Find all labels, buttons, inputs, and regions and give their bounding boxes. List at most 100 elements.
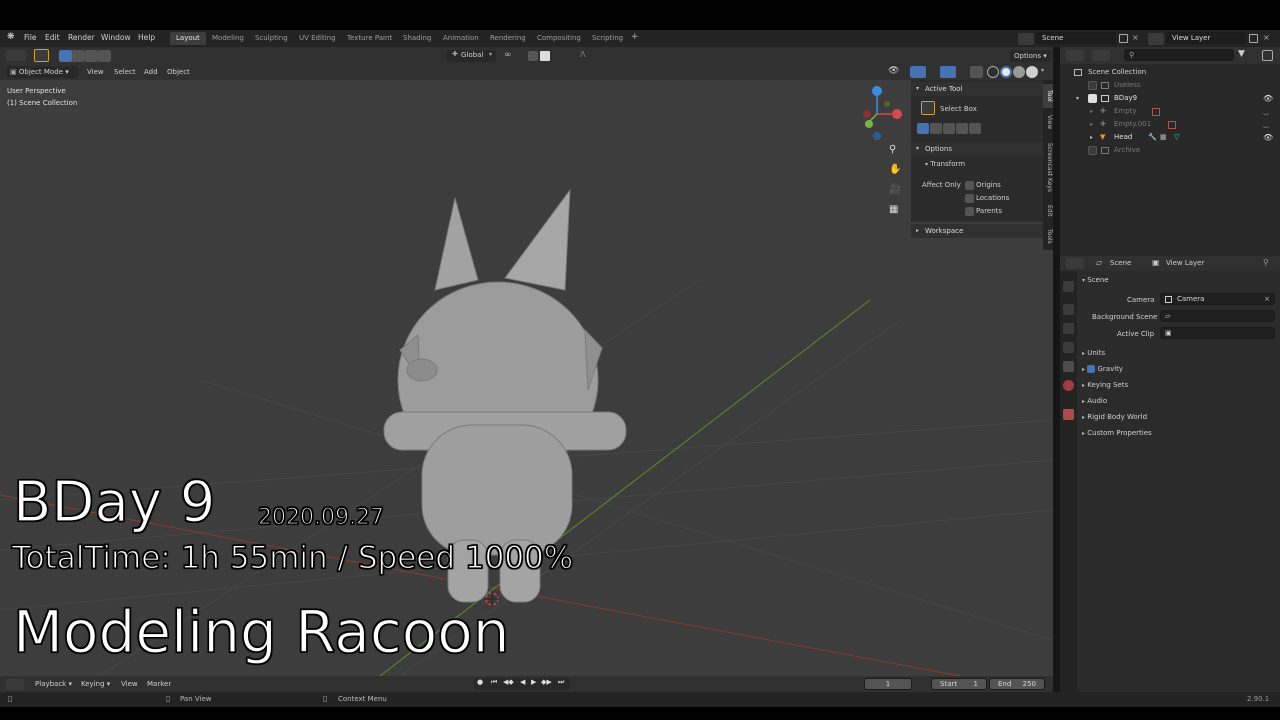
select-mode-intersect-icon[interactable] — [98, 50, 111, 62]
add-workspace-button[interactable]: + — [631, 32, 639, 42]
3d-viewport[interactable]: User Perspective (1) Scene Collection ⚲ … — [0, 80, 1053, 676]
sidebar-tab-tool[interactable]: Tool — [1043, 84, 1053, 108]
units-section-header[interactable]: ▸ Units — [1082, 346, 1278, 361]
tab-animation[interactable]: Animation — [437, 32, 485, 45]
select-mode-extend-icon[interactable] — [72, 50, 85, 62]
tab-sculpting[interactable]: Sculpting — [249, 32, 294, 45]
camera-field[interactable]: Camera × — [1160, 293, 1275, 305]
new-scene-icon[interactable] — [1119, 34, 1128, 43]
prev-keyframe-icon[interactable]: ◀◆ — [503, 678, 514, 686]
eye-closed-icon[interactable]: ‿ — [1263, 105, 1269, 118]
menu-view[interactable]: View — [83, 66, 108, 78]
select-mode-new-icon[interactable] — [59, 50, 72, 62]
rendered-shading-icon[interactable] — [1026, 66, 1038, 78]
origins-checkbox[interactable] — [965, 181, 974, 190]
properties-editor-type-icon[interactable] — [1066, 258, 1084, 269]
editor-type-icon[interactable] — [6, 50, 26, 61]
menu-marker[interactable]: Marker — [143, 678, 175, 690]
outliner-search-input[interactable]: ⚲ — [1124, 49, 1234, 61]
jump-start-icon[interactable]: ⏮ — [491, 678, 497, 687]
tab-modeling[interactable]: Modeling — [206, 32, 250, 45]
texture-tab-icon[interactable] — [1063, 409, 1074, 420]
locations-checkbox[interactable] — [965, 194, 974, 203]
select-tool-icon[interactable] — [34, 49, 49, 62]
pin-icon[interactable]: ⚲ — [1263, 258, 1269, 267]
tab-uv-editing[interactable]: UV Editing — [293, 32, 342, 45]
sidebar-tab-edit[interactable]: Edit — [1043, 200, 1053, 222]
tool-mode-new-icon[interactable] — [917, 123, 929, 134]
options-dropdown[interactable]: Options ▾ — [1010, 50, 1051, 62]
active-tool-header[interactable]: ▾ Active Tool — [911, 82, 1043, 96]
gravity-section-header[interactable]: ▸ Gravity — [1082, 362, 1278, 377]
new-view-layer-icon[interactable] — [1249, 34, 1258, 43]
tool-mode-difference-icon[interactable] — [956, 123, 968, 134]
menu-playback[interactable]: Playback ▾ — [31, 678, 76, 690]
tab-compositing[interactable]: Compositing — [531, 32, 587, 45]
parents-checkbox[interactable] — [965, 207, 974, 216]
solid-shading-icon[interactable] — [1000, 66, 1012, 78]
render-tab-icon[interactable] — [1063, 304, 1074, 315]
custom-properties-section-header[interactable]: ▸ Custom Properties — [1082, 426, 1278, 441]
menu-window[interactable]: Window — [101, 33, 131, 42]
camera-view-icon[interactable]: 🎥 — [889, 184, 901, 195]
menu-keying[interactable]: Keying ▾ — [77, 678, 114, 690]
sidebar-tab-tools[interactable]: Tools — [1043, 224, 1053, 248]
play-reverse-icon[interactable]: ◀ — [520, 678, 525, 686]
tab-shading[interactable]: Shading — [397, 32, 437, 45]
new-collection-icon[interactable] — [1262, 50, 1273, 61]
play-icon[interactable]: ▶ — [531, 678, 536, 686]
visibility-icon[interactable]: 👁 — [888, 66, 899, 76]
options-panel-header[interactable]: ▾ Options — [911, 142, 1043, 156]
blender-logo-icon[interactable]: ❋ — [7, 32, 15, 42]
gravity-checkbox[interactable] — [1087, 365, 1096, 373]
eye-icon[interactable]: 👁 — [1263, 131, 1273, 144]
sidebar-tab-view[interactable]: View — [1043, 110, 1053, 134]
audio-section-header[interactable]: ▸ Audio — [1082, 394, 1278, 409]
background-scene-field[interactable]: ▱ — [1160, 310, 1275, 322]
menu-render[interactable]: Render — [68, 33, 95, 42]
menu-file[interactable]: File — [24, 33, 37, 42]
snap-target-icon[interactable] — [540, 51, 550, 61]
pan-hand-icon[interactable]: ✋ — [889, 164, 901, 175]
outliner-row-empty[interactable]: ▸ ✚ Empty ‿ — [1060, 105, 1280, 118]
output-tab-icon[interactable] — [1063, 323, 1074, 334]
next-keyframe-icon[interactable]: ◆▶ — [541, 678, 552, 686]
current-frame-field[interactable]: 1 — [864, 678, 912, 690]
exclude-checkbox[interactable] — [1088, 81, 1097, 90]
transform-orientation-dropdown[interactable]: ✚ Global ▾ — [446, 50, 496, 62]
view-layer-browse-icon[interactable] — [1148, 33, 1164, 45]
tool-mode-intersect-icon[interactable] — [969, 123, 981, 134]
menu-object[interactable]: Object — [163, 66, 194, 78]
tool-mode-extend-icon[interactable] — [930, 123, 942, 134]
expand-arrow-icon[interactable]: ▸ — [1090, 105, 1093, 118]
outliner-row-empty-001[interactable]: ▸ ✚ Empty.001 ‿ — [1060, 118, 1280, 131]
outliner-row-useless[interactable]: Useless — [1060, 79, 1280, 92]
workspace-panel-header[interactable]: ▸ Workspace — [911, 224, 1043, 238]
rigid-body-world-section-header[interactable]: ▸ Rigid Body World — [1082, 410, 1278, 425]
filter-icon[interactable]: ▼ — [1238, 49, 1245, 59]
shading-options-chevron-icon[interactable]: ▾ — [1041, 67, 1044, 74]
menu-select[interactable]: Select — [110, 66, 140, 78]
outliner-row-bday9[interactable]: ▾ BDay9 👁 — [1060, 92, 1280, 105]
eye-icon[interactable]: 👁 — [1263, 92, 1273, 105]
world-tab-icon[interactable] — [1063, 380, 1074, 391]
expand-arrow-icon[interactable]: ▸ — [1090, 131, 1093, 144]
menu-timeline-view[interactable]: View — [117, 678, 142, 690]
gizmo-toggle-icon[interactable] — [910, 66, 926, 78]
start-frame-field[interactable]: Start 1 — [931, 678, 987, 690]
remove-scene-icon[interactable]: × — [1132, 33, 1139, 42]
navigation-gizmo[interactable] — [863, 86, 902, 140]
keying-sets-section-header[interactable]: ▸ Keying Sets — [1082, 378, 1278, 393]
timeline-editor-type-icon[interactable] — [6, 679, 24, 690]
tool-mode-subtract-icon[interactable] — [943, 123, 955, 134]
overlay-toggle-icon[interactable] — [940, 66, 956, 78]
tab-layout[interactable]: Layout — [170, 32, 206, 45]
sidebar-tab-screencast-keys[interactable]: Screencast Keys — [1043, 136, 1053, 198]
ortho-grid-icon[interactable]: ▦ — [889, 204, 898, 215]
expand-arrow-icon[interactable]: ▸ — [1090, 118, 1093, 131]
outliner-row-scene-collection[interactable]: Scene Collection — [1060, 66, 1280, 79]
outliner-row-head[interactable]: ▸ ▼ Head 🔧 ▦ ▽ 👁 — [1060, 131, 1280, 144]
menu-add[interactable]: Add — [140, 66, 162, 78]
outliner-row-archive[interactable]: Archive — [1060, 144, 1280, 157]
menu-edit[interactable]: Edit — [45, 33, 60, 42]
